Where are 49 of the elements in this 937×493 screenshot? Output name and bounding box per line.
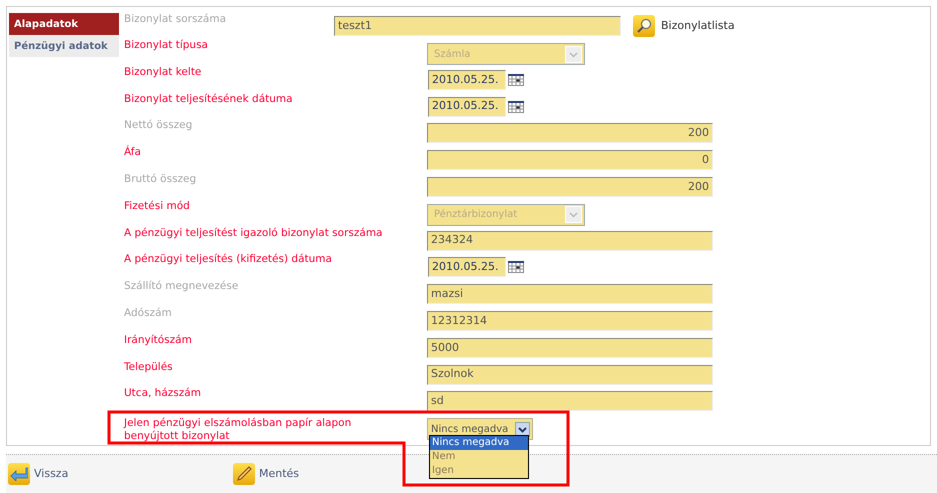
field-label: Bizonylat teljesítésének dátuma [124,92,294,106]
field-label: Bizonylat típusa [124,39,209,52]
input-field[interactable]: 0 [427,150,713,170]
select-field: Számla [427,43,585,65]
input-field[interactable]: 12312314 [427,310,713,331]
chevron-down-icon [565,46,582,62]
field-label: Szállító megnevezése [124,280,240,294]
input-field[interactable]: 200 [427,176,713,197]
sidebar-tab[interactable]: Alapadatok [9,13,119,35]
chevron-down-icon [565,206,582,224]
field-label: Bruttó összeg [124,172,198,186]
search-button[interactable] [633,15,655,37]
pencil-icon [236,466,252,482]
field-label: Bizonylat kelte [124,66,202,79]
field-label: Bizonylat sorszáma [124,13,228,26]
field-label: Nettó összeg [124,119,194,132]
field-label: Adószám [124,306,173,320]
search-icon [636,18,652,34]
input-field[interactable]: teszt1 [334,16,621,36]
field-label: Fizetési mód [124,200,191,213]
input-field[interactable]: Szolnok [427,364,713,385]
footer-button[interactable]: Vissza [8,463,233,485]
input-field[interactable]: 234324 [427,230,713,251]
field-label: Utca, házszám [124,387,202,400]
date-field[interactable]: 2010.05.25. [428,257,506,278]
input-field[interactable]: 5000 [427,338,713,358]
link-text[interactable]: Bizonylatlista [661,18,735,34]
select-field: Pénztárbizonylat [427,204,585,226]
field-label: A pénzügyi teljesítést igazoló bizonylat sorszáma [124,226,384,240]
calendar-icon[interactable] [508,74,524,86]
back-arrow-icon [10,467,28,481]
date-field[interactable]: 2010.05.25. [428,96,506,117]
input-field[interactable]: sd [427,391,713,412]
field-label: Irányítószám [124,334,193,347]
chevron-down-icon[interactable] [515,422,530,437]
calendar-icon[interactable] [508,100,524,113]
field-label: A pénzügyi teljesítés (kifizetés) dátuma [124,253,333,266]
dropdown-option[interactable]: Nem [430,450,528,464]
input-field[interactable]: mazsi [427,284,713,304]
footer-button[interactable]: Mentés [233,463,300,485]
field-label: Jelen pénzügyi elszámolásban papír alapon benyújtott bizonylat [124,417,352,444]
field-label: Áfa [124,146,142,160]
sidebar-tab[interactable]: Pénzügyi adatok [9,35,119,57]
date-field[interactable]: 2010.05.25. [428,70,506,90]
input-field[interactable]: 200 [427,123,713,144]
dropdown-option[interactable]: Nincs megadva [430,436,528,450]
field-label: Település [124,360,174,374]
calendar-icon[interactable] [508,261,524,274]
dropdown-option[interactable]: Igen [430,464,528,478]
